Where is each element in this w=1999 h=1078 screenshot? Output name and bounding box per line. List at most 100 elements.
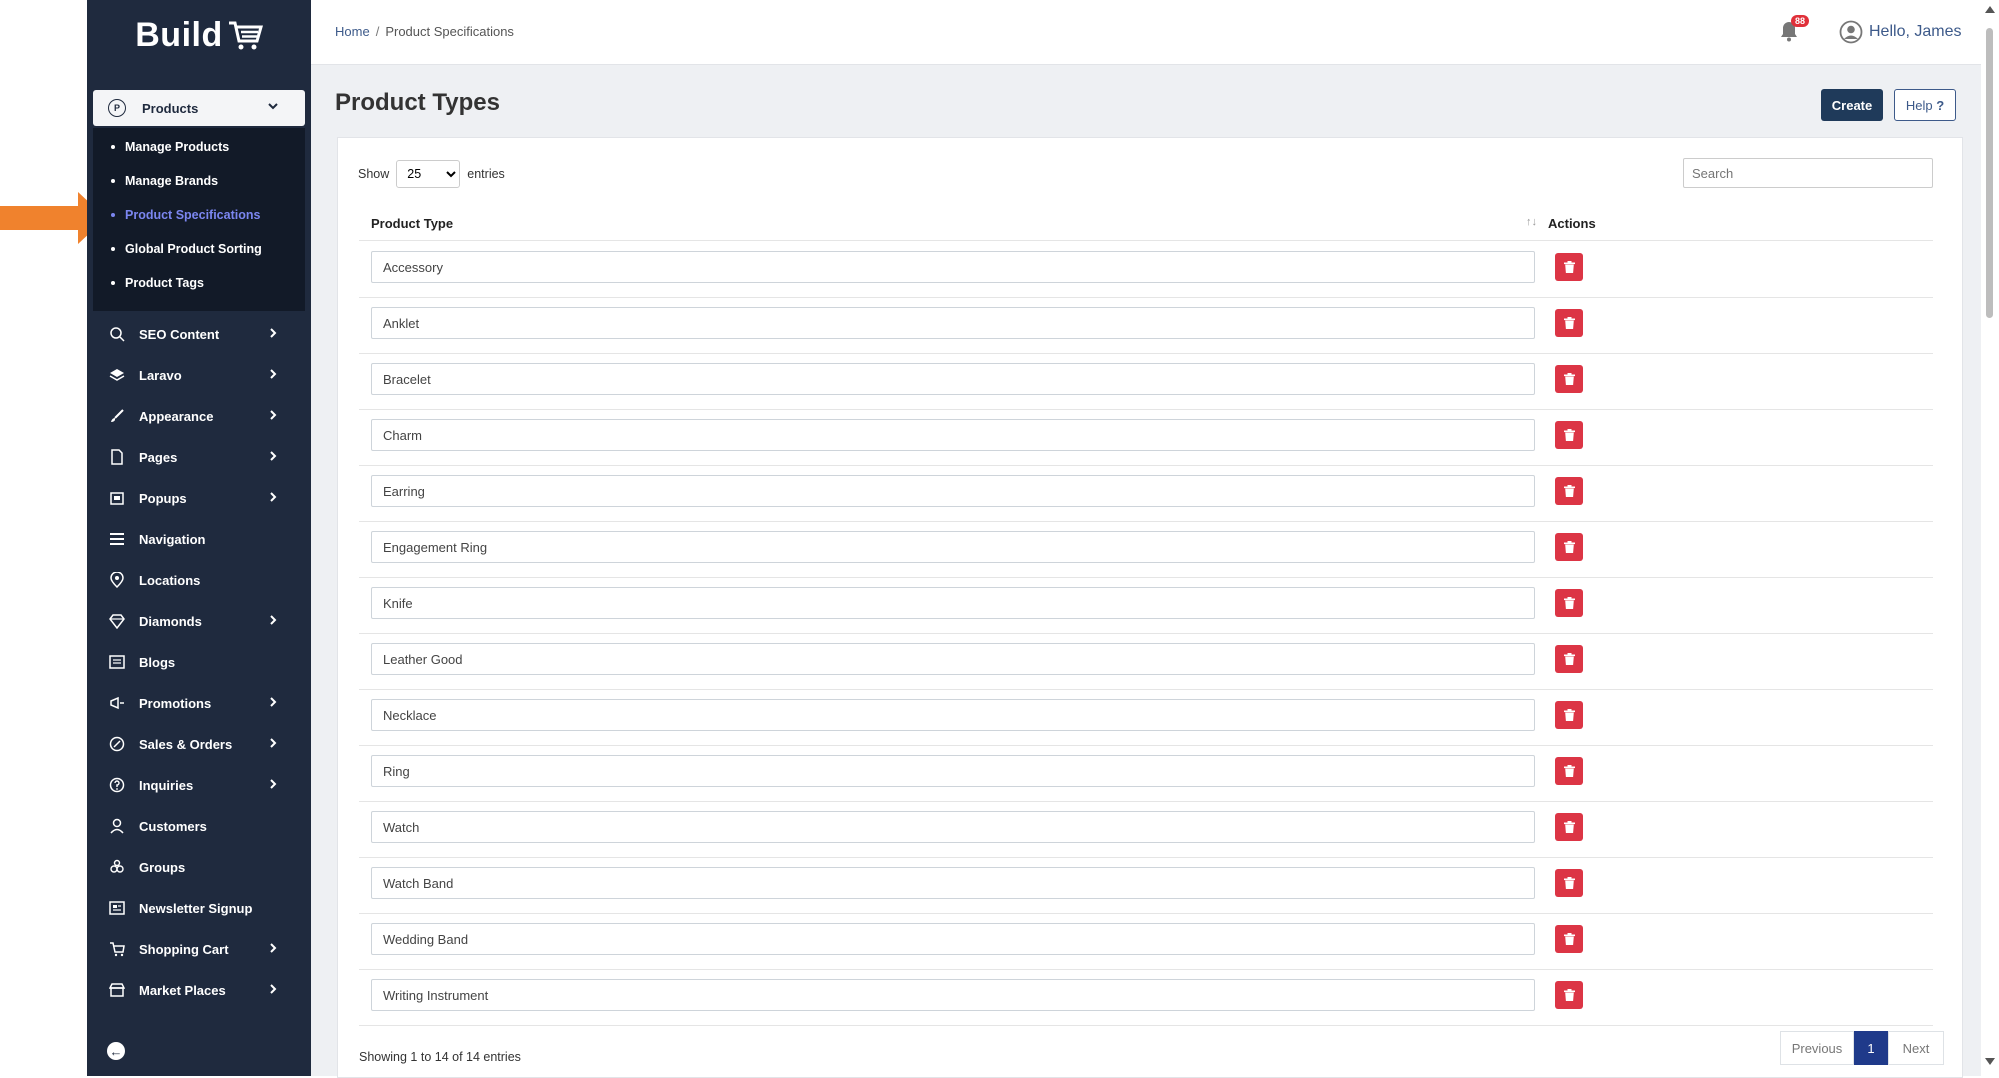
product-type-input[interactable]	[371, 923, 1535, 955]
delete-button[interactable]	[1555, 701, 1583, 729]
sidebar-item-inquiries[interactable]: Inquiries	[93, 770, 305, 800]
scrollbar[interactable]	[1981, 0, 1999, 1076]
trash-icon	[1563, 877, 1575, 889]
sidebar-item-blogs[interactable]: Blogs	[93, 647, 305, 677]
submenu-item-product-tags[interactable]: Product Tags	[111, 276, 204, 290]
page-1-button[interactable]: 1	[1854, 1031, 1888, 1065]
scrollbar-thumb[interactable]	[1986, 28, 1993, 318]
sidebar-item-label: Locations	[139, 572, 201, 588]
collapse-sidebar-icon[interactable]: ←	[107, 1042, 125, 1060]
sidebar-item-locations[interactable]: Locations	[93, 565, 305, 595]
search-input[interactable]	[1683, 158, 1933, 188]
menu-icon	[108, 530, 126, 548]
delete-button[interactable]	[1555, 813, 1583, 841]
top-bar: Home / Product Specifications 88 Hello, Ja…	[311, 0, 1981, 65]
sidebar-item-label: Blogs	[139, 654, 176, 670]
sidebar-item-groups[interactable]: Groups	[93, 852, 305, 882]
product-type-input[interactable]	[371, 699, 1535, 731]
sales-icon	[108, 735, 126, 753]
sidebar-item-laravo[interactable]: Laravo	[93, 360, 305, 390]
breadcrumb-home-link[interactable]: Home	[335, 24, 370, 39]
product-type-input[interactable]	[371, 755, 1535, 787]
table-row	[359, 465, 1933, 522]
submenu-item-product-specifications[interactable]: Product Specifications	[111, 208, 260, 222]
product-type-input[interactable]	[371, 307, 1535, 339]
sidebar-item-newsletter-signup[interactable]: Newsletter Signup	[93, 893, 305, 923]
product-type-input[interactable]	[371, 531, 1535, 563]
chevron-down-icon	[268, 103, 278, 110]
next-page-button[interactable]: Next	[1888, 1031, 1944, 1065]
logo[interactable]: Build	[87, 10, 311, 60]
delete-button[interactable]	[1555, 981, 1583, 1009]
cart-icon	[108, 940, 126, 958]
table-row	[359, 577, 1933, 634]
entries-length-control: Show 25 entries	[358, 160, 505, 188]
scroll-up-icon[interactable]	[1985, 6, 1995, 13]
sidebar-item-pages[interactable]: Pages	[93, 442, 305, 472]
show-label: Show	[358, 167, 390, 181]
previous-page-button[interactable]: Previous	[1780, 1031, 1854, 1065]
sidebar-item-shopping-cart[interactable]: Shopping Cart	[93, 934, 305, 964]
submenu-item-global-product-sorting[interactable]: Global Product Sorting	[111, 242, 262, 256]
submenu-item-manage-products[interactable]: Manage Products	[111, 140, 229, 154]
delete-button[interactable]	[1555, 925, 1583, 953]
trash-icon	[1563, 709, 1575, 721]
delete-button[interactable]	[1555, 533, 1583, 561]
products-submenu: Manage Products Manage Brands Product Sp…	[93, 128, 305, 311]
product-type-input[interactable]	[371, 979, 1535, 1011]
product-type-input[interactable]	[371, 251, 1535, 283]
sidebar-item-market-places[interactable]: Market Places	[93, 975, 305, 1005]
trash-icon	[1563, 933, 1575, 945]
product-type-input[interactable]	[371, 643, 1535, 675]
chevron-right-icon	[270, 369, 277, 379]
sidebar-item-appearance[interactable]: Appearance	[93, 401, 305, 431]
product-type-input[interactable]	[371, 475, 1535, 507]
trash-icon	[1563, 429, 1575, 441]
sidebar-item-diamonds[interactable]: Diamonds	[93, 606, 305, 636]
delete-button[interactable]	[1555, 477, 1583, 505]
delete-button[interactable]	[1555, 365, 1583, 393]
column-header-product-type[interactable]: Product Type	[371, 216, 453, 231]
sidebar-item-label: Diamonds	[139, 613, 202, 629]
delete-button[interactable]	[1555, 421, 1583, 449]
sidebar-item-label: Customers	[139, 818, 207, 834]
sort-icon[interactable]: ↑↓	[1526, 216, 1537, 228]
user-menu[interactable]: Hello, James	[1839, 20, 1961, 44]
cart-logo-icon	[228, 21, 263, 50]
sidebar-item-sales-orders[interactable]: Sales & Orders	[93, 729, 305, 759]
sidebar-item-navigation[interactable]: Navigation	[93, 524, 305, 554]
product-type-input[interactable]	[371, 587, 1535, 619]
delete-button[interactable]	[1555, 589, 1583, 617]
entries-select[interactable]: 25	[396, 160, 461, 188]
product-type-input[interactable]	[371, 811, 1535, 843]
delete-button[interactable]	[1555, 309, 1583, 337]
delete-button[interactable]	[1555, 757, 1583, 785]
product-type-input[interactable]	[371, 867, 1535, 899]
sidebar-item-promotions[interactable]: Promotions	[93, 688, 305, 718]
create-button[interactable]: Create	[1821, 89, 1883, 121]
sidebar-item-customers[interactable]: Customers	[93, 811, 305, 841]
sidebar-item-popups[interactable]: Popups	[93, 483, 305, 513]
sidebar-item-label: Groups	[139, 859, 186, 875]
sidebar-item-label: Inquiries	[139, 777, 194, 793]
delete-button[interactable]	[1555, 253, 1583, 281]
delete-button[interactable]	[1555, 869, 1583, 897]
chevron-right-icon	[270, 984, 277, 994]
trash-icon	[1563, 541, 1575, 553]
sidebar-item-products[interactable]: P Products	[93, 90, 305, 126]
product-type-input[interactable]	[371, 419, 1535, 451]
avatar-icon	[1839, 20, 1863, 44]
scroll-down-icon[interactable]	[1985, 1058, 1995, 1065]
delete-button[interactable]	[1555, 645, 1583, 673]
product-type-input[interactable]	[371, 363, 1535, 395]
help-button[interactable]: Help ?	[1894, 89, 1956, 121]
question-icon	[108, 776, 126, 794]
sidebar-item-label: Pages	[139, 449, 178, 465]
sidebar-item-seo-content[interactable]: SEO Content	[93, 319, 305, 349]
trash-icon	[1563, 597, 1575, 609]
table-row	[359, 409, 1933, 466]
table-row	[359, 633, 1933, 690]
store-icon	[108, 981, 126, 999]
chevron-right-icon	[270, 492, 277, 502]
submenu-item-manage-brands[interactable]: Manage Brands	[111, 174, 218, 188]
